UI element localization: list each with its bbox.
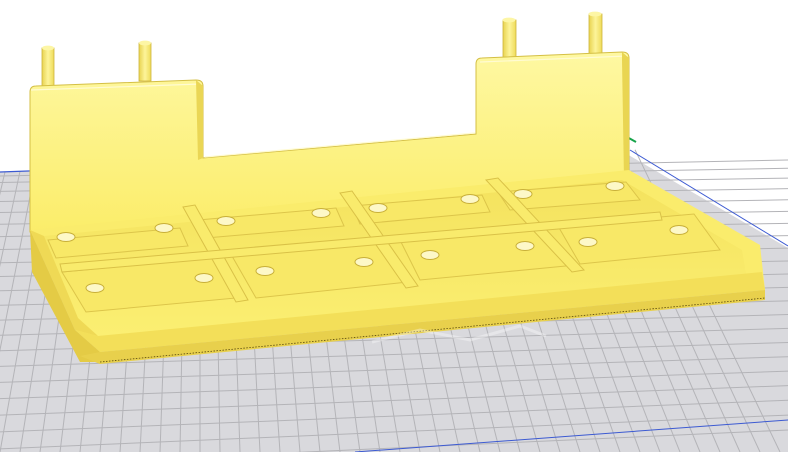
mounting-hole — [669, 225, 689, 235]
3d-viewport[interactable] — [0, 0, 788, 452]
mounting-hole — [194, 273, 214, 283]
mounting-hole — [85, 283, 105, 293]
peg-back-right-2 — [588, 11, 603, 57]
mounting-hole — [154, 223, 174, 233]
mounting-hole — [311, 208, 331, 218]
peg-back-left-2 — [138, 40, 152, 82]
mounting-hole — [460, 194, 480, 204]
mounting-hole — [578, 237, 598, 247]
mounting-hole — [56, 232, 76, 242]
scene-canvas[interactable] — [0, 0, 788, 452]
mounting-hole — [354, 257, 374, 267]
mounting-hole — [255, 266, 275, 276]
mounting-hole — [515, 241, 535, 251]
mounting-hole — [216, 216, 236, 226]
mounting-hole — [368, 203, 388, 213]
mounting-hole — [513, 189, 533, 199]
peg-back-right-1 — [502, 17, 517, 63]
mounting-hole — [605, 181, 625, 191]
peg-back-left-1 — [41, 45, 55, 91]
mounting-hole — [420, 250, 440, 260]
